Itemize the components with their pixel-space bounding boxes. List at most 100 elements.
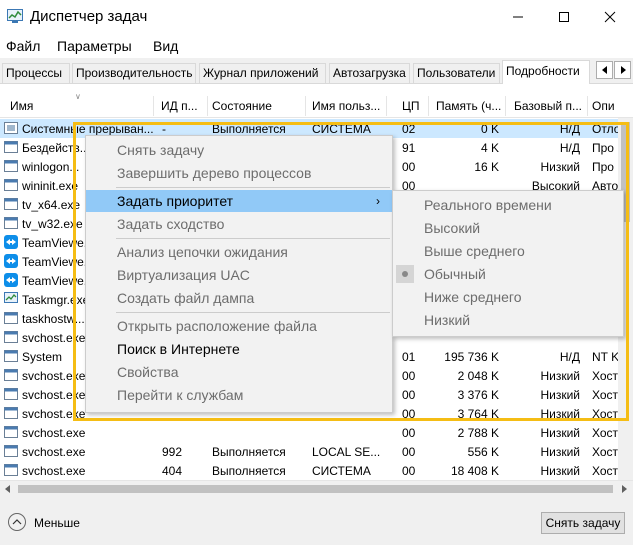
tab-users[interactable]: Пользователи: [413, 63, 500, 83]
context-menu-item[interactable]: Открыть расположение файла: [86, 315, 392, 337]
col-base-priority[interactable]: Базовый п...: [514, 99, 586, 113]
task-manager-app-icon: [7, 9, 23, 23]
chevron-left-icon: [601, 66, 607, 74]
context-menu-item[interactable]: Свойства: [86, 361, 392, 383]
context-menu-item[interactable]: Анализ цепочки ожидания: [86, 241, 392, 263]
scroll-left-icon[interactable]: [4, 485, 12, 493]
horizontal-scrollbar[interactable]: [0, 480, 633, 497]
table-row[interactable]: svchost.exe 00 2 788 K Низкий Хост: [0, 423, 618, 442]
system-icon: [4, 121, 19, 135]
scroll-right-icon[interactable]: [620, 485, 628, 493]
priority-option[interactable]: Выше среднего: [393, 240, 623, 262]
cell-name: Системные прерыван...: [22, 122, 154, 136]
col-memory[interactable]: Память (ч...: [436, 99, 502, 113]
menu-separator: [116, 238, 390, 239]
context-menu-item-label: Задать приоритет: [117, 193, 234, 209]
menu-options[interactable]: Параметры: [57, 38, 132, 54]
tab-app-history[interactable]: Журнал приложений: [199, 63, 326, 83]
minimize-icon: [513, 16, 523, 18]
cell-prio: Низкий: [540, 388, 580, 402]
cell-name: svchost.exe: [22, 445, 86, 459]
menu-separator: [116, 312, 390, 313]
process-icon: [4, 140, 19, 154]
priority-option-label: Высокий: [424, 220, 481, 236]
cell-prio: Низкий: [540, 464, 580, 478]
tab-scroll-left-button[interactable]: [596, 61, 613, 79]
context-menu-item[interactable]: Виртуализация UAC: [86, 264, 392, 286]
cell-prio: Н/Д: [559, 350, 580, 364]
cell-cpu: 01: [402, 350, 416, 364]
cell-mem: 3 764 K: [457, 407, 499, 421]
context-menu-item[interactable]: Завершить дерево процессов: [86, 162, 392, 184]
less-details-link[interactable]: Меньше: [34, 516, 80, 530]
process-icon: [4, 197, 19, 211]
maximize-button[interactable]: [541, 0, 587, 34]
priority-option-label: Реального времени: [424, 197, 552, 213]
cell-mem: 2 788 K: [457, 426, 499, 440]
maximize-icon: [559, 12, 569, 22]
cell-name: svchost.exe: [22, 464, 86, 478]
table-row[interactable]: svchost.exe 404 Выполняется СИСТЕМА 00 18 408…: [0, 461, 618, 480]
horizontal-scroll-thumb[interactable]: [18, 485, 613, 493]
table-row[interactable]: svchost.exe 992 Выполняется LOCAL SE... 00 55…: [0, 442, 618, 461]
context-menu-item-label: Перейти к службам: [117, 387, 244, 403]
col-description[interactable]: Опи: [592, 99, 618, 113]
col-pid[interactable]: ИД п...: [161, 99, 207, 113]
menu-file[interactable]: Файл: [6, 38, 40, 54]
cell-user: СИСТЕМА: [312, 464, 371, 478]
cell-cpu: 00: [402, 407, 416, 421]
cell-prio: Низкий: [540, 426, 580, 440]
context-menu-item[interactable]: Снять задачу: [86, 139, 392, 161]
context-menu-item[interactable]: Поиск в Интернете: [86, 338, 392, 360]
priority-option[interactable]: Реального времени: [393, 194, 623, 216]
cell-prio: Низкий: [540, 369, 580, 383]
col-status[interactable]: Состояние: [212, 99, 302, 113]
priority-option[interactable]: Ниже среднего: [393, 286, 623, 308]
close-button[interactable]: [587, 0, 633, 34]
process-icon: [4, 349, 19, 363]
cell-desc: NT K: [592, 350, 618, 364]
cell-mem: 195 736 K: [444, 350, 499, 364]
submenu-arrow-icon: ›: [376, 194, 380, 208]
tab-startup[interactable]: Автозагрузка: [329, 63, 410, 83]
window-title: Диспетчер задач: [30, 8, 148, 25]
chevron-right-icon: [620, 66, 626, 74]
menu-view[interactable]: Вид: [153, 38, 178, 54]
cell-user: СИСТЕМА: [312, 122, 371, 136]
tab-processes[interactable]: Процессы: [2, 63, 70, 83]
chevron-up-icon: [12, 519, 22, 525]
cell-cpu: 00: [402, 426, 416, 440]
context-menu-item[interactable]: Задать сходство: [86, 213, 392, 235]
context-menu-item-label: Свойства: [117, 364, 179, 380]
column-header: ∨ Имя ИД п... Состояние Имя польз... ЦП …: [0, 92, 633, 118]
tab-details[interactable]: Подробности: [502, 60, 590, 84]
context-menu-item[interactable]: Создать файл дампа: [86, 287, 392, 309]
priority-option[interactable]: Высокий: [393, 217, 623, 239]
context-menu-item-label: Завершить дерево процессов: [117, 165, 312, 181]
minimize-button[interactable]: [495, 0, 541, 34]
title-bar: Диспетчер задач: [0, 0, 633, 34]
cell-user: LOCAL SE...: [312, 445, 381, 459]
cell-pid: -: [162, 122, 166, 136]
priority-option[interactable]: Обычный: [393, 263, 623, 285]
collapse-button[interactable]: [8, 513, 26, 531]
col-name[interactable]: Имя: [10, 99, 150, 113]
priority-option[interactable]: Низкий: [393, 309, 623, 331]
process-icon: [4, 425, 19, 439]
cell-mem: 556 K: [467, 445, 499, 459]
process-icon: [4, 311, 19, 325]
cell-pid: 404: [162, 464, 183, 478]
context-menu-item[interactable]: Перейти к службам: [86, 384, 392, 406]
process-icon: [4, 216, 19, 230]
context-menu-item-label: Создать файл дампа: [117, 290, 255, 306]
tab-scroll-right-button[interactable]: [614, 61, 631, 79]
teamviewer-icon: [4, 235, 19, 249]
col-user[interactable]: Имя польз...: [312, 99, 386, 113]
col-cpu[interactable]: ЦП: [402, 99, 424, 113]
end-task-button[interactable]: Снять задачу: [541, 512, 625, 534]
process-icon: [4, 406, 19, 420]
cell-mem: 0 K: [480, 122, 499, 136]
context-menu-item[interactable]: Задать приоритет ›: [86, 190, 392, 212]
tab-performance[interactable]: Производительность: [72, 63, 196, 83]
menu-bar: Файл Параметры Вид: [0, 34, 633, 58]
